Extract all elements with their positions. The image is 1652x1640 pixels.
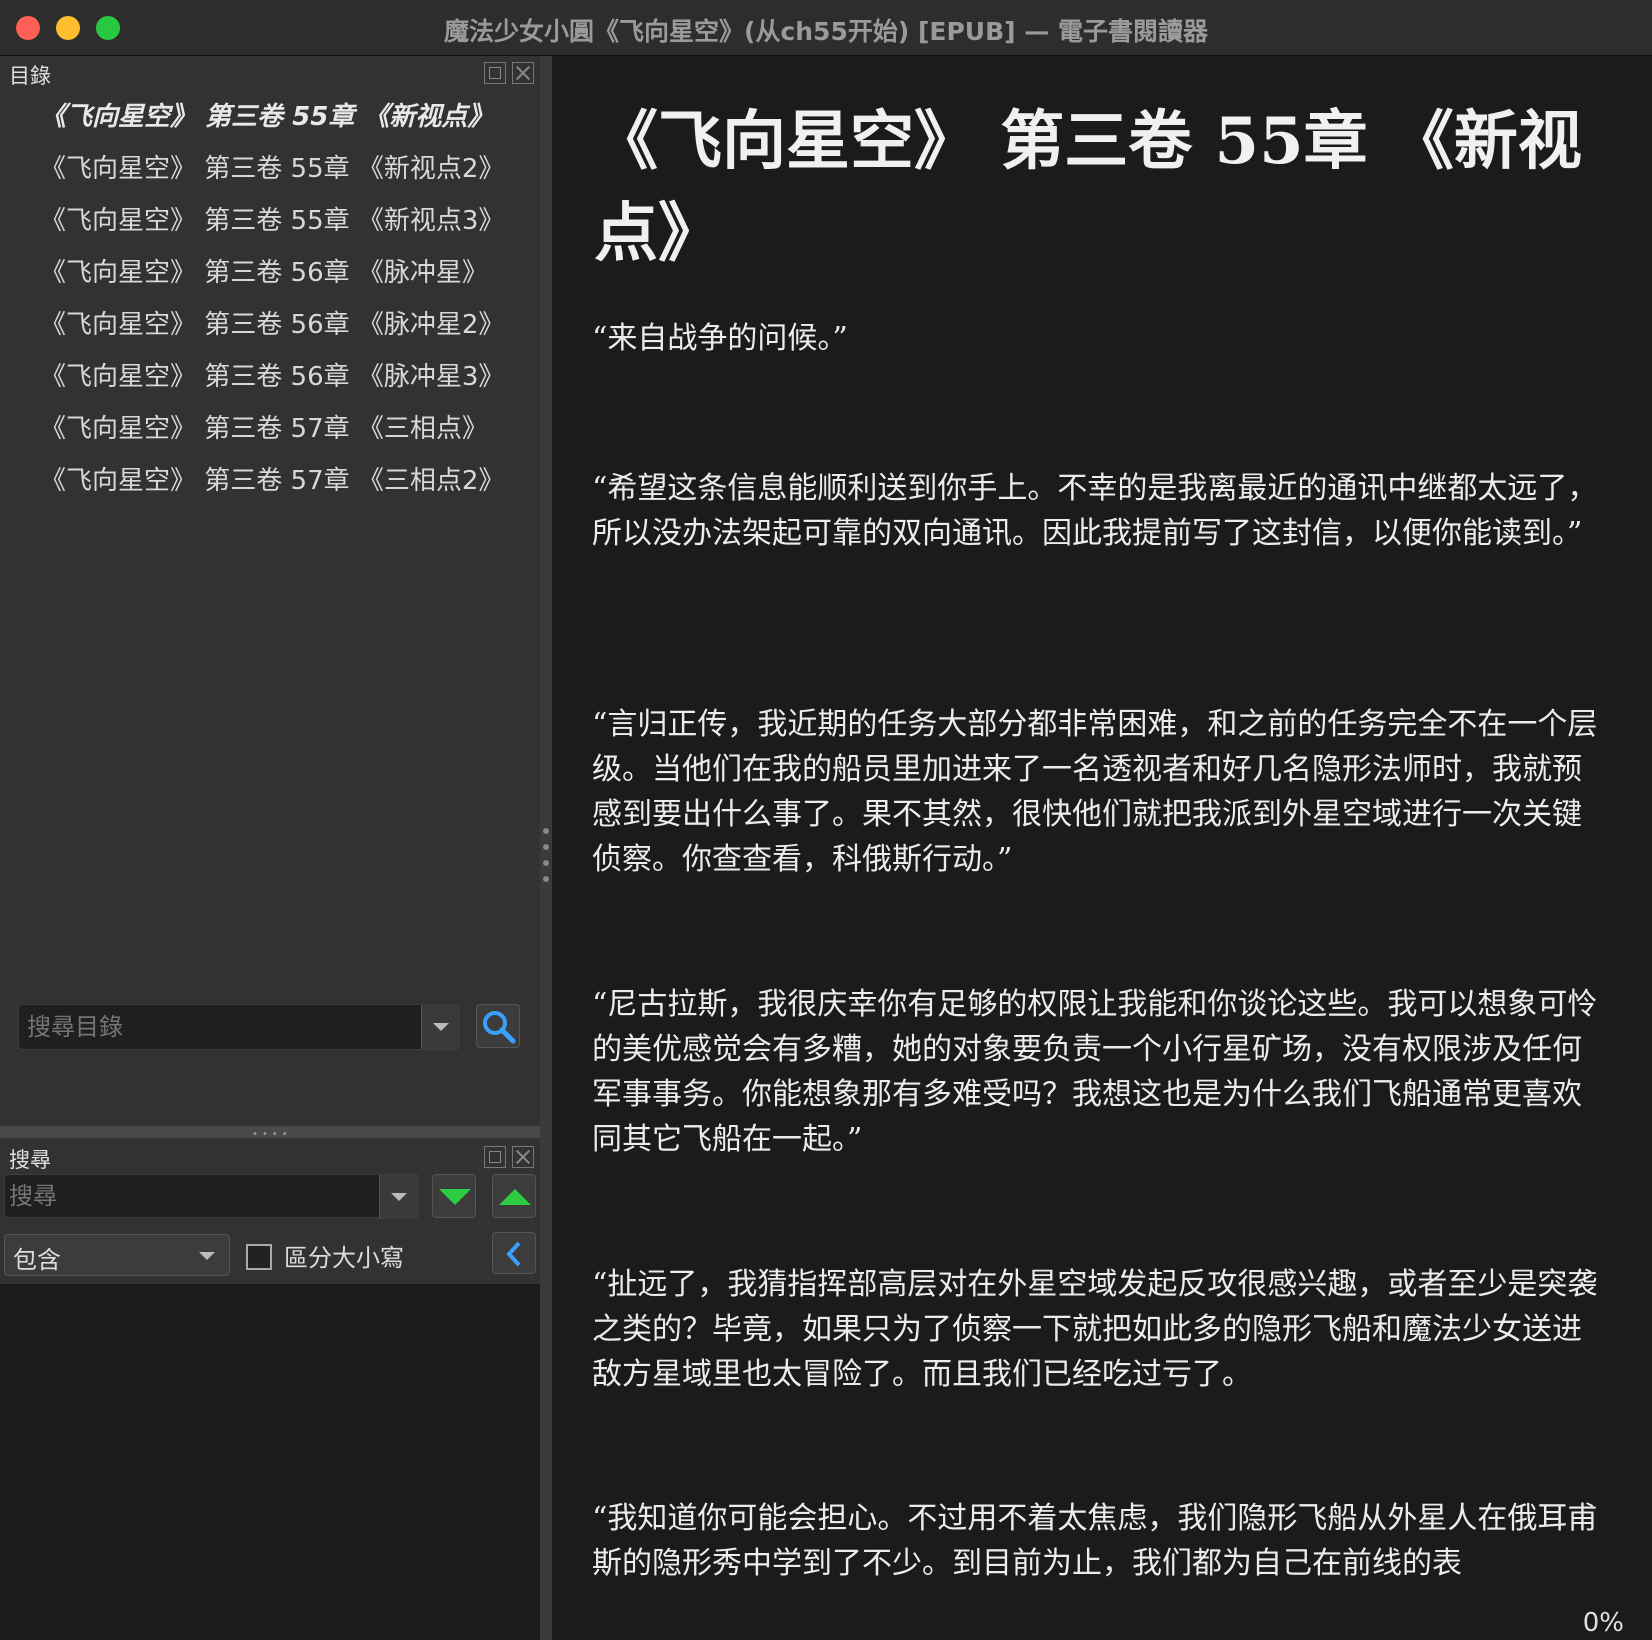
close-search-results-button[interactable] xyxy=(492,1232,536,1274)
splitter-grip-icon xyxy=(543,876,549,882)
paragraph: “我知道你可能会担心。不过用不着太焦虑，我们隐形飞船从外星人在俄耳甫斯的隐形秀中… xyxy=(592,1501,1598,1581)
paragraph: “希望这条信息能顺利送到你手上。不幸的是我离最近的通讯中继都太远了，所以没办法架… xyxy=(592,471,1598,551)
search-close-icon[interactable] xyxy=(512,1146,534,1168)
arrow-down-icon xyxy=(439,1189,471,1205)
find-next-button[interactable] xyxy=(432,1174,476,1218)
search-results-area xyxy=(0,1284,540,1640)
panel-splitter[interactable] xyxy=(540,56,552,1640)
chapter-title: 《飞向星空》 第三卷 55章 《新视点》 xyxy=(594,104,1582,271)
dock-splitter[interactable]: •••• xyxy=(0,1126,540,1140)
toc-search-box xyxy=(18,1004,460,1050)
arrow-up-icon xyxy=(499,1189,531,1205)
toc-close-icon[interactable] xyxy=(512,62,534,84)
toc-item[interactable]: 《飞向星空》 第三卷 56章 《脉冲星》 xyxy=(40,252,488,289)
paragraph: “尼古拉斯，我很庆幸你有足够的权限让我能和你谈论这些。我可以想象可怜的美优感觉会… xyxy=(592,987,1598,1157)
toc-search-button[interactable] xyxy=(476,1004,520,1048)
search-dock-buttons xyxy=(484,1146,534,1168)
toc-item[interactable]: 《飞向星空》 第三卷 57章 《三相点》 xyxy=(40,408,488,445)
search-box xyxy=(4,1174,418,1219)
toc-item[interactable]: 《飞向星空》 第三卷 55章 《新视点》 xyxy=(40,96,493,133)
paragraph: “扯远了，我猜指挥部高层对在外星空域发起反攻很感兴趣，或者至少是突袭之类的？毕竟… xyxy=(592,1267,1598,1392)
search-icon xyxy=(483,1011,516,1044)
toc-item[interactable]: 《飞向星空》 第三卷 55章 《新视点2》 xyxy=(40,148,504,185)
search-float-icon[interactable] xyxy=(484,1146,506,1168)
toc-dock-buttons xyxy=(484,62,534,84)
toc-item[interactable]: 《飞向星空》 第三卷 55章 《新视点3》 xyxy=(40,200,504,237)
case-sensitive-checkbox[interactable] xyxy=(246,1244,272,1270)
search-input[interactable] xyxy=(5,1175,375,1217)
chevron-left-icon xyxy=(506,1241,521,1267)
toc-item[interactable]: 《飞向星空》 第三卷 57章 《三相点2》 xyxy=(40,460,504,497)
paragraph: “来自战争的问候。” xyxy=(592,321,848,356)
title-bar: 魔法少女小圓《飞向星空》(从ch55开始) [EPUB] — 電子書閱讀器 xyxy=(0,0,1652,56)
search-history-dropdown[interactable] xyxy=(379,1175,417,1219)
find-previous-button[interactable] xyxy=(492,1174,536,1218)
toc-search-history-dropdown[interactable] xyxy=(421,1005,459,1049)
case-sensitive-label: 區分大小寫 xyxy=(284,1244,404,1272)
toc-dock-title: 目錄 xyxy=(9,64,51,88)
search-dock-title: 搜尋 xyxy=(9,1148,51,1172)
toc-search-input[interactable] xyxy=(19,1005,419,1049)
splitter-grip-icon xyxy=(543,844,549,850)
reader-view[interactable]: 《飞向星空》 第三卷 55章 《新视点》 “来自战争的问候。” “希望这条信息能… xyxy=(552,56,1652,1640)
search-dock: 搜尋 包含 區分大小寫 xyxy=(0,1138,540,1284)
splitter-grip-icon xyxy=(543,828,549,834)
paragraph: “言归正传，我近期的任务大部分都非常困难，和之前的任务完全不在一个层级。当他们在… xyxy=(592,707,1598,877)
toc-float-icon[interactable] xyxy=(484,62,506,84)
window-title: 魔法少女小圓《飞向星空》(从ch55开始) [EPUB] — 電子書閱讀器 xyxy=(444,17,1208,46)
splitter-grip-icon xyxy=(543,860,549,866)
reading-progress: 0% xyxy=(1582,1608,1624,1638)
toc-list: 《飞向星空》 第三卷 55章 《新视点》 《飞向星空》 第三卷 55章 《新视点… xyxy=(0,94,540,1094)
search-mode-select[interactable]: 包含 xyxy=(4,1234,230,1276)
toc-item[interactable]: 《飞向星空》 第三卷 56章 《脉冲星3》 xyxy=(40,356,504,393)
toc-item[interactable]: 《飞向星空》 第三卷 56章 《脉冲星2》 xyxy=(40,304,504,341)
